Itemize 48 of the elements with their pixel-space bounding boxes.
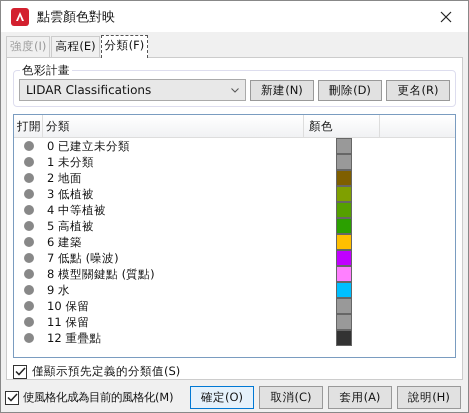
dialog-button[interactable]: 取消(C) [259, 386, 323, 409]
dialog-button[interactable]: 套用(A) [328, 386, 392, 409]
scheme-button[interactable]: 刪除(D) [318, 80, 382, 100]
app-logo-icon [11, 8, 29, 26]
table-cell-text: 4 中等植被 [46, 202, 106, 218]
table-cell-text: 12 重疊點 [46, 330, 102, 346]
color-swatch[interactable] [336, 298, 352, 314]
scheme-button[interactable]: 更名(R) [386, 80, 450, 100]
color-swatch[interactable] [336, 282, 352, 298]
color-swatch[interactable] [336, 250, 352, 266]
color-swatch[interactable] [336, 218, 352, 234]
color-swatch[interactable] [336, 330, 352, 346]
checkbox-label[interactable]: 僅顯示預先定義的分類值(S) [32, 364, 180, 379]
tab[interactable]: 高程(E) [51, 36, 100, 57]
color-swatch[interactable] [336, 170, 352, 186]
close-icon[interactable] [440, 10, 452, 22]
chevron-down-icon [231, 88, 239, 92]
table-cell-text: 0 已建立未分類 [46, 138, 130, 154]
table-cell-text: 8 模型關鍵點 (質點) [46, 266, 155, 282]
tab[interactable]: 分類(F) [100, 35, 148, 58]
column-header[interactable]: 分類 [43, 115, 304, 137]
color-swatch[interactable] [336, 234, 352, 250]
color-swatch[interactable] [336, 314, 352, 330]
table-cell-text: 3 低植被 [46, 186, 94, 202]
table-cell-text: 9 水 [46, 282, 70, 298]
table-cell-text: 6 建築 [46, 234, 82, 250]
color-swatch[interactable] [336, 186, 352, 202]
table-cell-text: 11 保留 [46, 314, 90, 330]
checkbox-label[interactable]: 使風格化成為目前的風格化(M) [23, 390, 174, 405]
table-cell-text: 2 地面 [46, 170, 82, 186]
color-swatch[interactable] [336, 202, 352, 218]
table-cell-text: 10 保留 [46, 298, 90, 314]
group-label: 色彩計畫 [20, 63, 72, 78]
color-swatch[interactable] [336, 266, 352, 282]
table-cell-text: 7 低點 (噪波) [46, 250, 119, 266]
checkbox[interactable] [13, 364, 27, 378]
table-cell-text: 1 未分類 [46, 154, 94, 170]
color-swatch[interactable] [336, 138, 352, 154]
scheme-dropdown[interactable]: LIDAR Classifications [19, 79, 246, 101]
window-title: 點雲顏色對映 [37, 8, 116, 26]
color-swatch[interactable] [336, 154, 352, 170]
column-header[interactable]: 打開 [14, 115, 43, 137]
column-header[interactable]: 顏色 [304, 115, 380, 137]
scheme-button[interactable]: 新建(N) [250, 80, 314, 100]
dialog-button[interactable]: 說明(H) [397, 386, 461, 409]
table-cell-text: 5 高植被 [46, 218, 94, 234]
checkbox[interactable] [5, 390, 19, 404]
dialog-button[interactable]: 確定(O) [190, 386, 254, 409]
